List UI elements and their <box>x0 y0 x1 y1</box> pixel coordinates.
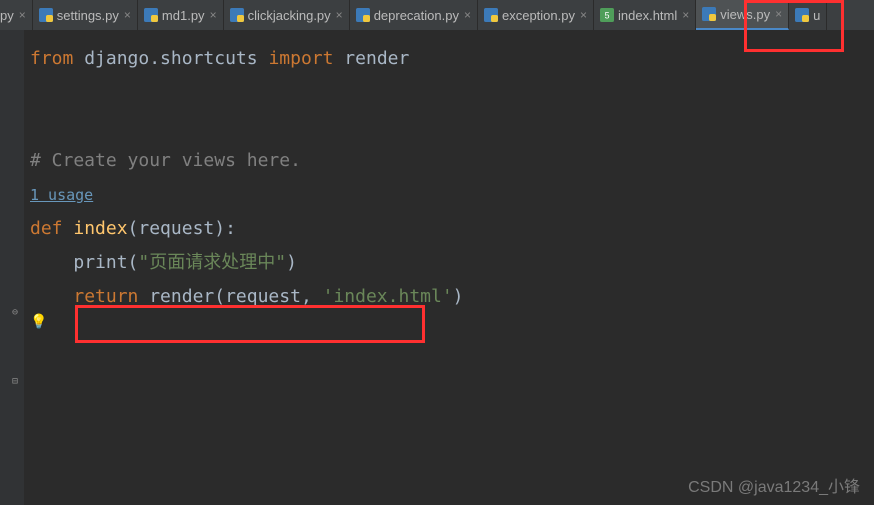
file-tab[interactable]: 5 index.html × <box>594 0 696 30</box>
code-line: return render(request, 'index.html') <box>73 286 463 307</box>
file-tab[interactable]: settings.py × <box>33 0 138 30</box>
svg-text:5: 5 <box>605 11 610 21</box>
file-tab[interactable]: py × <box>0 0 33 30</box>
close-icon[interactable]: × <box>19 8 26 22</box>
close-icon[interactable]: × <box>682 8 689 22</box>
python-file-icon <box>484 8 498 22</box>
close-icon[interactable]: × <box>210 8 217 22</box>
file-tab[interactable]: u <box>789 0 827 30</box>
close-icon[interactable]: × <box>580 8 587 22</box>
tab-bar: py × settings.py × md1.py × clickjacking… <box>0 0 874 30</box>
tab-label: views.py <box>720 7 770 22</box>
fold-icon[interactable]: ⊟ <box>12 376 18 387</box>
code-content[interactable]: from django.shortcuts import render # Cr… <box>24 30 464 505</box>
tab-label: index.html <box>618 8 677 23</box>
file-tab[interactable]: clickjacking.py × <box>224 0 350 30</box>
file-tab-active[interactable]: views.py × <box>696 0 789 30</box>
python-file-icon <box>230 8 244 22</box>
python-file-icon <box>39 8 53 22</box>
python-file-icon <box>702 7 716 21</box>
tab-label: py <box>0 8 14 23</box>
tab-label: clickjacking.py <box>248 8 331 23</box>
tab-label: exception.py <box>502 8 575 23</box>
gutter: ⊖ ⊟ <box>0 30 24 505</box>
code-line: def index(request): <box>30 218 236 239</box>
code-line: from django.shortcuts import render <box>30 48 409 69</box>
code-line: print("页面请求处理中") <box>73 252 297 273</box>
close-icon[interactable]: × <box>336 8 343 22</box>
code-comment: # Create your views here. <box>30 150 301 171</box>
editor[interactable]: ⊖ ⊟ from django.shortcuts import render … <box>0 30 874 505</box>
python-file-icon <box>795 8 809 22</box>
python-file-icon <box>144 8 158 22</box>
python-file-icon <box>356 8 370 22</box>
fold-icon[interactable]: ⊖ <box>12 307 18 318</box>
tab-label: md1.py <box>162 8 205 23</box>
close-icon[interactable]: × <box>464 8 471 22</box>
close-icon[interactable]: × <box>775 7 782 21</box>
file-tab[interactable]: exception.py × <box>478 0 594 30</box>
file-tab[interactable]: deprecation.py × <box>350 0 478 30</box>
file-tab[interactable]: md1.py × <box>138 0 224 30</box>
close-icon[interactable]: × <box>124 8 131 22</box>
tab-label: settings.py <box>57 8 119 23</box>
watermark: CSDN @java1234_小锋 <box>688 473 860 497</box>
intention-bulb-icon[interactable]: 💡 <box>30 314 47 330</box>
usage-hint[interactable]: 1 usage <box>30 186 93 204</box>
tab-label: u <box>813 8 820 23</box>
tab-label: deprecation.py <box>374 8 459 23</box>
html-file-icon: 5 <box>600 8 614 22</box>
